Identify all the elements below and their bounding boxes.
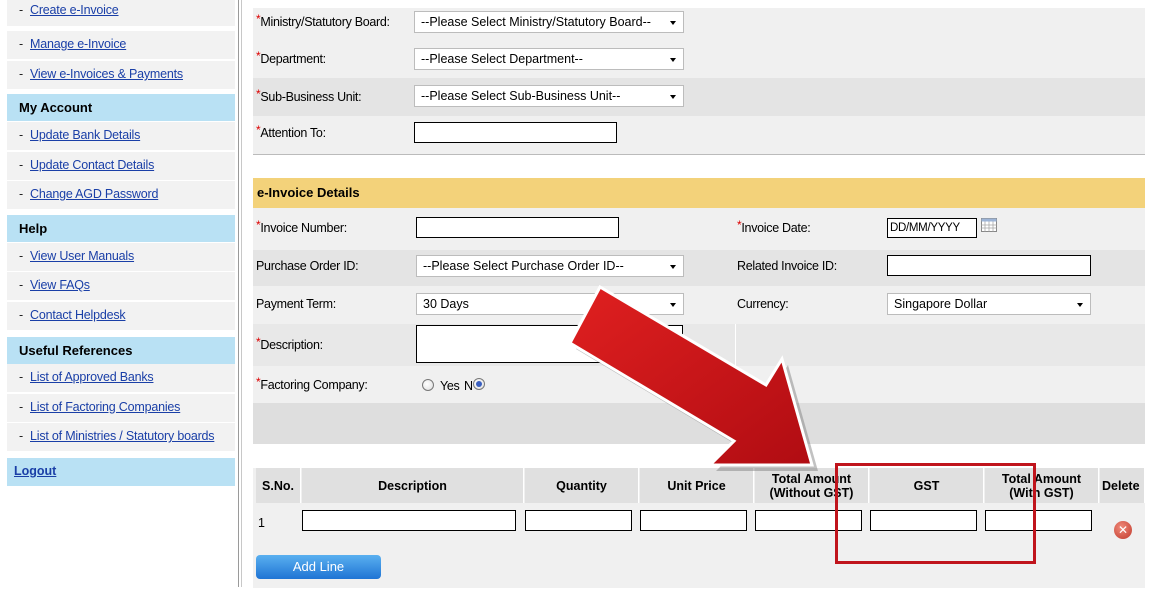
sidebar-link-helpdesk[interactable]: Contact Helpdesk [30, 308, 126, 322]
col-header-total-without-gst: Total Amount (Without GST) [755, 468, 869, 503]
sidebar: - Create e-Invoice - Manage e-Invoice - Vie… [7, 0, 235, 587]
factoring-no-radio[interactable] [473, 378, 485, 390]
currency-select[interactable]: Singapore Dollar [887, 293, 1091, 315]
ministry-label: *Ministry/Statutory Board: [256, 12, 390, 29]
department-label: *Department: [256, 49, 326, 66]
org-row-sbu [253, 78, 1145, 116]
einvoice-row-blank [253, 403, 1145, 444]
sidebar-item-view-einvoices[interactable]: - View e-Invoices & Payments [7, 61, 235, 89]
sidebar-link-faqs[interactable]: View FAQs [30, 278, 90, 292]
row-total-without-gst-input[interactable] [755, 510, 862, 531]
sidebar-item-update-bank[interactable]: - Update Bank Details [7, 122, 235, 150]
sidebar-item-change-password[interactable]: - Change AGD Password [7, 181, 235, 209]
sidebar-link-view-einvoices[interactable]: View e-Invoices & Payments [30, 67, 183, 81]
sidebar-divider [238, 0, 239, 587]
row-unit-price-input[interactable] [640, 510, 747, 531]
chevron-down-icon [670, 95, 676, 99]
sidebar-link-factoring-companies[interactable]: List of Factoring Companies [30, 400, 180, 414]
chevron-down-icon [670, 303, 676, 307]
chevron-down-icon [670, 58, 676, 62]
sidebar-link-update-bank[interactable]: Update Bank Details [30, 128, 140, 142]
factoring-yes-radio[interactable] [422, 379, 434, 391]
logout-link[interactable]: Logout [14, 464, 56, 478]
sidebar-divider-inner [241, 0, 242, 587]
chevron-down-icon [670, 21, 676, 25]
attention-input[interactable] [414, 122, 617, 143]
sidebar-item-user-manuals[interactable]: - View User Manuals [7, 243, 235, 271]
col-header-sno: S.No. [256, 468, 301, 503]
einvoice-section-header: e-Invoice Details [253, 178, 1145, 208]
einvoice-row-description [253, 324, 1145, 366]
related-invoice-label: Related Invoice ID: [737, 259, 837, 273]
invoice-date-input[interactable]: DD/MM/YYYY [887, 218, 977, 238]
chevron-down-icon [670, 265, 676, 269]
col-header-gst: GST [870, 468, 984, 503]
currency-label: Currency: [737, 297, 789, 311]
description-label: *Description: [256, 335, 323, 352]
delete-icon[interactable]: ✕ [1114, 521, 1132, 539]
add-line-button[interactable]: Add Line [256, 555, 381, 579]
row-sno: 1 [258, 516, 265, 530]
po-label: Purchase Order ID: [256, 259, 359, 273]
department-select[interactable]: --Please Select Department-- [414, 48, 684, 70]
col-header-total-with-gst: Total Amount (With GST) [985, 468, 1099, 503]
sidebar-item-factoring-companies[interactable]: - List of Factoring Companies [7, 394, 235, 422]
sidebar-link-user-manuals[interactable]: View User Manuals [30, 249, 134, 263]
col-header-delete: Delete [1100, 468, 1145, 503]
col-header-description: Description [302, 468, 524, 503]
factoring-no-label: N [464, 379, 473, 393]
payment-term-select[interactable]: 30 Days [416, 293, 684, 315]
sbu-select[interactable]: --Please Select Sub-Business Unit-- [414, 85, 684, 107]
sidebar-heading-help: Help [7, 215, 235, 242]
col-header-unit-price: Unit Price [640, 468, 754, 503]
invoice-number-input[interactable] [416, 217, 619, 238]
chevron-down-icon [1077, 303, 1083, 307]
sidebar-heading-my-account: My Account [7, 94, 235, 121]
related-invoice-input[interactable] [887, 255, 1091, 276]
factoring-label: *Factoring Company: [256, 375, 368, 392]
description-textarea[interactable] [416, 325, 683, 363]
description-divider [735, 324, 736, 366]
row-quantity-input[interactable] [525, 510, 632, 531]
sidebar-link-ministries[interactable]: List of Ministries / Statutory boards [30, 429, 215, 443]
sidebar-item-helpdesk[interactable]: - Contact Helpdesk [7, 302, 235, 330]
po-select[interactable]: --Please Select Purchase Order ID-- [416, 255, 684, 277]
calendar-icon[interactable] [981, 218, 997, 232]
sidebar-item-update-contact[interactable]: - Update Contact Details [7, 152, 235, 180]
sidebar-item-manage-einvoice[interactable]: - Manage e-Invoice [7, 31, 235, 59]
sidebar-link-approved-banks[interactable]: List of Approved Banks [30, 370, 154, 384]
sidebar-link-create-einvoice[interactable]: Create e-Invoice [30, 3, 119, 17]
sidebar-item-create-einvoice[interactable]: - Create e-Invoice [7, 0, 235, 26]
row-description-input[interactable] [302, 510, 516, 531]
sidebar-logout[interactable]: Logout [7, 458, 235, 486]
sidebar-item-ministries[interactable]: - List of Ministries / Statutory boards [7, 423, 235, 451]
attention-label: *Attention To: [256, 123, 326, 140]
invoice-date-label: *Invoice Date: [737, 218, 811, 235]
sbu-label: *Sub-Business Unit: [256, 87, 362, 104]
sidebar-link-change-password[interactable]: Change AGD Password [30, 187, 158, 201]
sidebar-item-approved-banks[interactable]: - List of Approved Banks [7, 364, 235, 392]
sidebar-link-update-contact[interactable]: Update Contact Details [30, 158, 154, 172]
payment-term-label: Payment Term: [256, 297, 336, 311]
sidebar-item-faqs[interactable]: - View FAQs [7, 272, 235, 300]
sidebar-link-manage-einvoice[interactable]: Manage e-Invoice [30, 37, 126, 51]
invoice-number-label: *Invoice Number: [256, 218, 347, 235]
row-gst-input[interactable] [870, 510, 977, 531]
sidebar-heading-useful-references: Useful References [7, 337, 235, 364]
factoring-yes-label: Yes [440, 379, 460, 393]
row-total-with-gst-input[interactable] [985, 510, 1092, 531]
ministry-select[interactable]: --Please Select Ministry/Statutory Board… [414, 11, 684, 33]
col-header-quantity: Quantity [525, 468, 639, 503]
